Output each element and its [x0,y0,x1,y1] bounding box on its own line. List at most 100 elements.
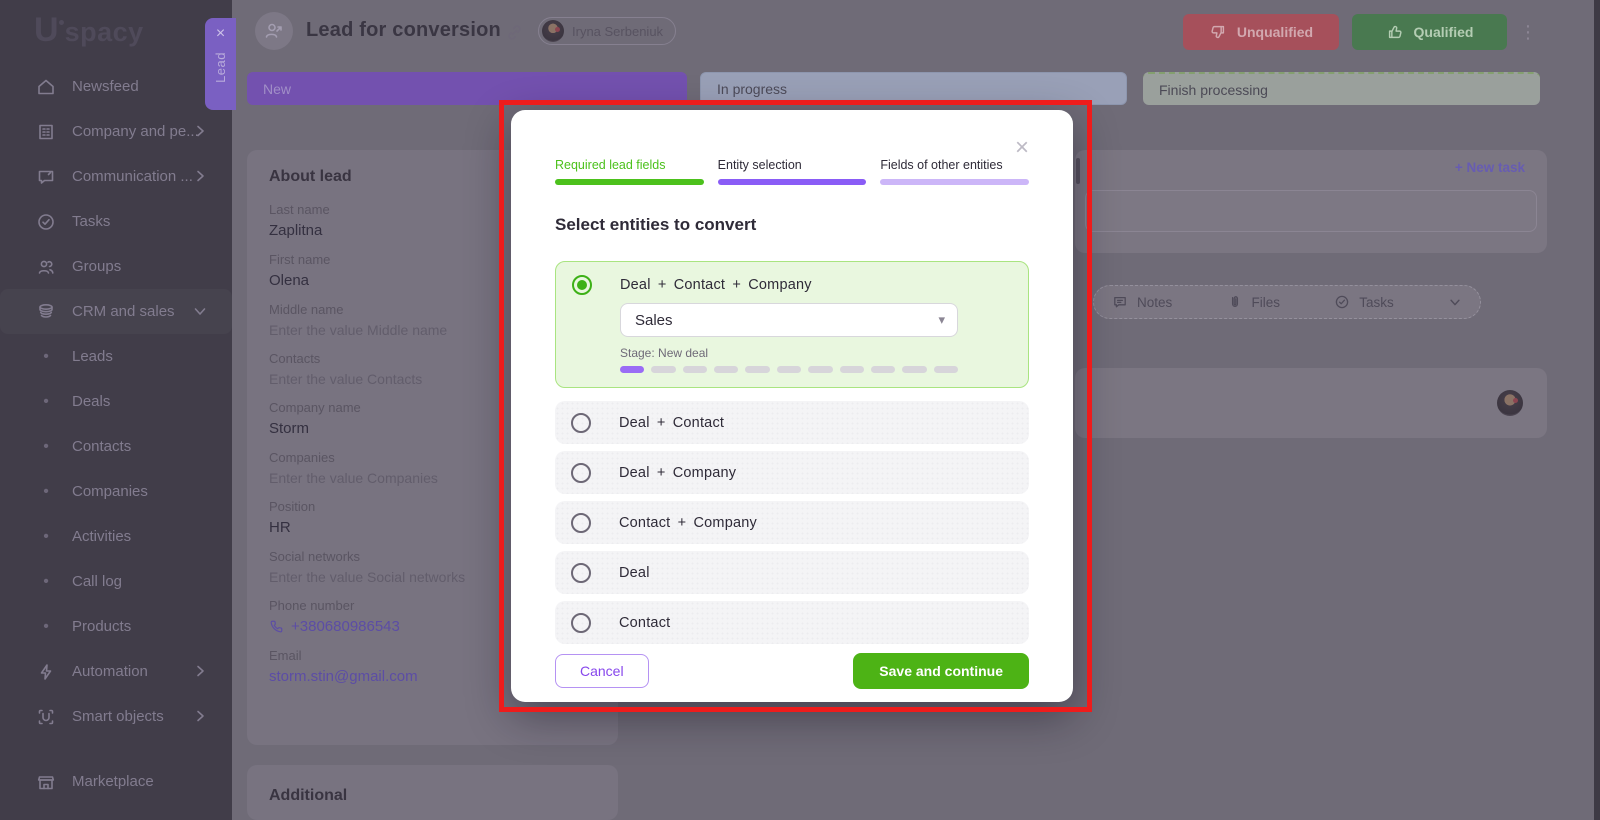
sidebar-item-marketplace[interactable]: Marketplace [0,759,232,804]
database-icon [36,302,56,322]
task-item-card[interactable] [1075,368,1547,438]
step-progress-bar [555,179,704,185]
store-icon [36,772,56,792]
save-and-continue-button[interactable]: Save and continue [853,653,1029,689]
sidebar-item-newsfeed[interactable]: Newsfeed [0,64,232,109]
modal-footer: Cancel Save and continue [555,653,1029,689]
step-label: Fields of other entities [880,158,1029,172]
sidebar-item-contacts[interactable]: • Contacts [0,424,232,469]
radio-unselected[interactable] [571,413,591,433]
tabs-chevron-down-icon[interactable] [1448,295,1462,309]
sidebar-item-groups[interactable]: Groups [0,244,232,289]
quick-task-input[interactable] [1085,190,1537,232]
option-label: Deal + Company [619,465,736,481]
stage-caption: Stage: New deal [620,346,1012,360]
sidebar-item-label: Call log [72,573,122,590]
step-entity-selection[interactable]: Entity selection [718,158,867,185]
step-required-lead-fields[interactable]: Required lead fields [555,158,704,185]
home-icon [36,77,56,97]
building-icon [36,122,56,142]
new-task-link[interactable]: + New task [1455,160,1525,175]
uspacy-logo[interactable]: U spacy [34,12,144,52]
app-screen: U spacy Newsfeed Company and pe... Commu… [0,0,1600,820]
lightning-icon [36,662,56,682]
bullet-icon: • [36,348,56,366]
sidebar-item-communication[interactable]: Communication ... [0,154,232,199]
assignee-name: Iryna Serbeniuk [572,24,663,39]
sidebar-item-smart-objects[interactable]: Smart objects [0,694,232,739]
sidebar-item-activities[interactable]: • Activities [0,514,232,559]
cancel-button[interactable]: Cancel [555,654,649,688]
sidebar-item-tasks[interactable]: Tasks [0,199,232,244]
radio-unselected[interactable] [571,513,591,533]
sidebar-item-label: Groups [72,258,121,275]
radio-selected[interactable] [572,275,592,295]
timeline-tabs: Notes Files Tasks [1093,285,1481,319]
additional-title: Additional [269,787,596,805]
qualified-label: Qualified [1414,24,1474,40]
sidebar-item-label: Newsfeed [72,78,139,95]
chat-icon [36,167,56,187]
step-progress-bar [880,179,1029,185]
close-icon[interactable]: × [216,26,225,42]
radio-unselected[interactable] [571,463,591,483]
sidebar-item-automation[interactable]: Automation [0,649,232,694]
email-link[interactable]: storm.stin@gmail.com [269,668,418,685]
option-contact[interactable]: Contact [555,601,1029,644]
option-deal-company[interactable]: Deal + Company [555,451,1029,494]
sidebar-item-label: Leads [72,348,113,365]
tab-files[interactable]: Files [1227,294,1281,310]
sidebar-item-company[interactable]: Company and pe... [0,109,232,154]
sidebar-item-label: Smart objects [72,708,164,725]
qualified-button[interactable]: Qualified [1352,14,1507,50]
option-deal-contact[interactable]: Deal + Contact [555,401,1029,444]
lead-side-tab[interactable]: × Lead [205,18,236,110]
modal-close-icon[interactable]: × [1015,136,1029,160]
option-label: Deal [619,565,650,581]
chevron-right-icon [192,663,208,679]
option-deal[interactable]: Deal [555,551,1029,594]
logo-u-glyph: U [34,12,58,48]
convert-lead-modal: × Required lead fields Entity selection … [511,110,1073,702]
option-contact-company[interactable]: Contact + Company [555,501,1029,544]
assignee-chip[interactable]: Iryna Serbeniuk [538,17,676,45]
step-fields-of-other-entities[interactable]: Fields of other entities [880,158,1029,185]
stage-in-progress[interactable]: In progress [700,72,1127,105]
sidebar-item-label: CRM and sales [72,303,175,320]
sidebar-item-crm[interactable]: CRM and sales [0,289,232,334]
stage-segment [683,366,707,373]
sidebar-item-label: Companies [72,483,148,500]
stage-segment [808,366,832,373]
stage-progress [620,366,958,373]
stage-segment [620,366,644,373]
stage-finish-processing[interactable]: Finish processing [1143,72,1540,105]
radio-unselected[interactable] [571,613,591,633]
page-scrollbar[interactable] [1594,0,1600,820]
logo-dot [59,20,64,25]
tab-tasks[interactable]: Tasks [1334,294,1394,310]
funnel-select[interactable]: Sales ▾ [620,303,958,337]
sidebar-item-label: Products [72,618,131,635]
step-label: Required lead fields [555,158,704,172]
chevron-down-icon [192,303,208,319]
radio-unselected[interactable] [571,563,591,583]
people-icon [36,257,56,277]
stage-in-progress-label: In progress [717,81,787,97]
sidebar-item-deals[interactable]: • Deals [0,379,232,424]
sidebar-item-products[interactable]: • Products [0,604,232,649]
stage-segment [714,366,738,373]
tab-files-label: Files [1252,295,1281,310]
unqualified-button[interactable]: Unqualified [1183,14,1339,50]
more-menu-icon[interactable]: ⋮ [1518,16,1538,48]
link-icon[interactable] [505,23,524,47]
stage-segment [902,366,926,373]
stage-new[interactable]: New [247,72,687,105]
tab-notes[interactable]: Notes [1112,294,1172,310]
lead-avatar-icon [255,12,293,50]
panel-scrollbar-thumb[interactable] [1076,158,1080,184]
sidebar-item-companies[interactable]: • Companies [0,469,232,514]
sidebar-item-label: Marketplace [72,773,154,790]
sidebar-item-leads[interactable]: • Leads [0,334,232,379]
sidebar-item-call-log[interactable]: • Call log [0,559,232,604]
option-deal-contact-company[interactable]: Deal + Contact + Company Sales ▾ Stage: … [555,261,1029,388]
